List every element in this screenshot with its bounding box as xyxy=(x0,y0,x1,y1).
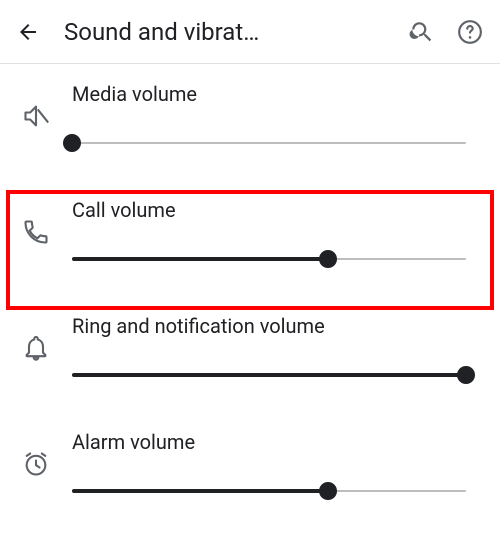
help-button[interactable] xyxy=(456,18,484,46)
back-arrow-icon xyxy=(16,19,40,45)
search-button[interactable] xyxy=(408,18,436,46)
alarm-volume-row: Alarm volume xyxy=(0,412,500,528)
ring-volume-icon-col xyxy=(0,314,72,382)
alarm-volume-icon-col xyxy=(0,430,72,498)
search-icon xyxy=(409,19,435,45)
page-title: Sound and vibrat… xyxy=(64,18,388,46)
call-volume-icon-col xyxy=(0,198,72,266)
bell-icon xyxy=(22,334,50,362)
media-volume-row: Media volume xyxy=(0,64,500,180)
back-button[interactable] xyxy=(16,20,40,44)
call-volume-label: Call volume xyxy=(72,198,466,222)
ring-volume-row: Ring and notification volume xyxy=(0,296,500,412)
app-header: Sound and vibrat… xyxy=(0,0,500,64)
phone-icon xyxy=(22,218,50,246)
alarm-volume-slider[interactable] xyxy=(72,484,466,498)
media-volume-slider[interactable] xyxy=(72,136,466,150)
alarm-volume-label: Alarm volume xyxy=(72,430,466,454)
media-mute-icon xyxy=(22,102,50,130)
ring-volume-slider[interactable] xyxy=(72,368,466,382)
help-icon xyxy=(457,19,483,45)
call-volume-row: Call volume xyxy=(0,180,500,296)
ring-volume-label: Ring and notification volume xyxy=(72,314,466,338)
media-volume-label: Media volume xyxy=(72,82,466,106)
media-volume-icon-col xyxy=(0,82,72,150)
alarm-clock-icon xyxy=(22,450,50,478)
call-volume-slider[interactable] xyxy=(72,252,466,266)
